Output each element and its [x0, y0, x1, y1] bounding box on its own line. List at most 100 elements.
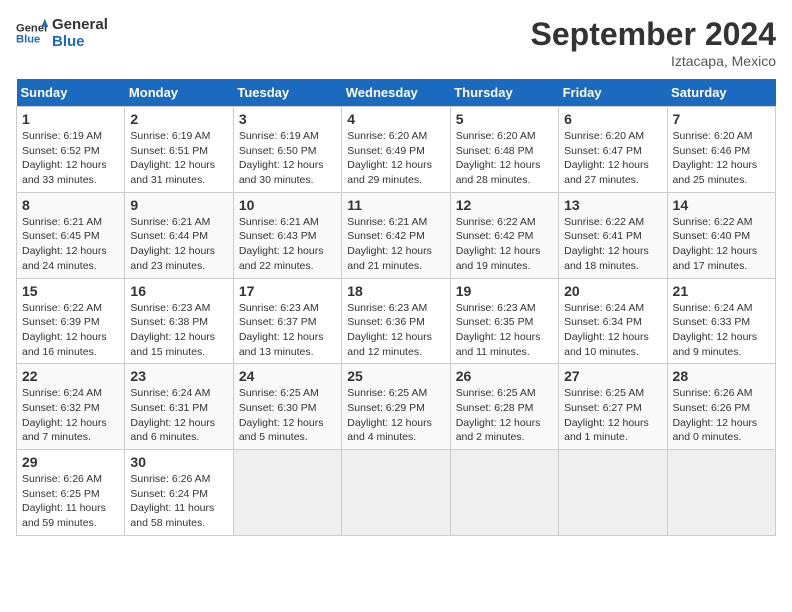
header-friday: Friday — [559, 79, 667, 107]
day-info: Sunrise: 6:23 AM Sunset: 6:38 PM Dayligh… — [130, 301, 227, 360]
day-cell-18: 18 Sunrise: 6:23 AM Sunset: 6:36 PM Dayl… — [342, 278, 450, 364]
day-info: Sunrise: 6:21 AM Sunset: 6:45 PM Dayligh… — [22, 215, 119, 274]
day-number: 8 — [22, 197, 119, 213]
week-row-2: 8 Sunrise: 6:21 AM Sunset: 6:45 PM Dayli… — [17, 192, 776, 278]
day-number: 13 — [564, 197, 661, 213]
day-info: Sunrise: 6:26 AM Sunset: 6:24 PM Dayligh… — [130, 472, 227, 531]
day-number: 4 — [347, 111, 444, 127]
day-cell-25: 25 Sunrise: 6:25 AM Sunset: 6:29 PM Dayl… — [342, 364, 450, 450]
day-info: Sunrise: 6:23 AM Sunset: 6:35 PM Dayligh… — [456, 301, 553, 360]
header-tuesday: Tuesday — [233, 79, 341, 107]
day-info: Sunrise: 6:26 AM Sunset: 6:26 PM Dayligh… — [673, 386, 770, 445]
svg-text:Blue: Blue — [16, 34, 40, 46]
day-info: Sunrise: 6:25 AM Sunset: 6:27 PM Dayligh… — [564, 386, 661, 445]
day-cell-30: 30 Sunrise: 6:26 AM Sunset: 6:24 PM Dayl… — [125, 450, 233, 536]
week-row-1: 1 Sunrise: 6:19 AM Sunset: 6:52 PM Dayli… — [17, 107, 776, 193]
empty-cell — [667, 450, 775, 536]
day-number: 23 — [130, 368, 227, 384]
page-header: General Blue General Blue September 2024… — [16, 16, 776, 69]
day-info: Sunrise: 6:23 AM Sunset: 6:36 PM Dayligh… — [347, 301, 444, 360]
day-number: 16 — [130, 283, 227, 299]
day-cell-13: 13 Sunrise: 6:22 AM Sunset: 6:41 PM Dayl… — [559, 192, 667, 278]
day-cell-5: 5 Sunrise: 6:20 AM Sunset: 6:48 PM Dayli… — [450, 107, 558, 193]
day-number: 30 — [130, 454, 227, 470]
day-cell-8: 8 Sunrise: 6:21 AM Sunset: 6:45 PM Dayli… — [17, 192, 125, 278]
logo-general: General — [52, 16, 108, 33]
calendar-table: Sunday Monday Tuesday Wednesday Thursday… — [16, 79, 776, 536]
day-cell-10: 10 Sunrise: 6:21 AM Sunset: 6:43 PM Dayl… — [233, 192, 341, 278]
day-cell-23: 23 Sunrise: 6:24 AM Sunset: 6:31 PM Dayl… — [125, 364, 233, 450]
day-cell-26: 26 Sunrise: 6:25 AM Sunset: 6:28 PM Dayl… — [450, 364, 558, 450]
day-cell-15: 15 Sunrise: 6:22 AM Sunset: 6:39 PM Dayl… — [17, 278, 125, 364]
empty-cell — [342, 450, 450, 536]
day-cell-7: 7 Sunrise: 6:20 AM Sunset: 6:46 PM Dayli… — [667, 107, 775, 193]
day-number: 2 — [130, 111, 227, 127]
logo: General Blue General Blue — [16, 16, 108, 50]
day-info: Sunrise: 6:20 AM Sunset: 6:46 PM Dayligh… — [673, 129, 770, 188]
day-info: Sunrise: 6:22 AM Sunset: 6:39 PM Dayligh… — [22, 301, 119, 360]
day-number: 27 — [564, 368, 661, 384]
day-info: Sunrise: 6:19 AM Sunset: 6:52 PM Dayligh… — [22, 129, 119, 188]
day-number: 20 — [564, 283, 661, 299]
day-info: Sunrise: 6:22 AM Sunset: 6:41 PM Dayligh… — [564, 215, 661, 274]
day-number: 5 — [456, 111, 553, 127]
empty-cell — [450, 450, 558, 536]
day-number: 21 — [673, 283, 770, 299]
day-info: Sunrise: 6:20 AM Sunset: 6:47 PM Dayligh… — [564, 129, 661, 188]
day-number: 29 — [22, 454, 119, 470]
day-cell-3: 3 Sunrise: 6:19 AM Sunset: 6:50 PM Dayli… — [233, 107, 341, 193]
day-cell-27: 27 Sunrise: 6:25 AM Sunset: 6:27 PM Dayl… — [559, 364, 667, 450]
day-number: 6 — [564, 111, 661, 127]
title-block: September 2024 Iztacapa, Mexico — [531, 16, 776, 69]
day-number: 28 — [673, 368, 770, 384]
day-cell-28: 28 Sunrise: 6:26 AM Sunset: 6:26 PM Dayl… — [667, 364, 775, 450]
day-info: Sunrise: 6:24 AM Sunset: 6:31 PM Dayligh… — [130, 386, 227, 445]
day-cell-16: 16 Sunrise: 6:23 AM Sunset: 6:38 PM Dayl… — [125, 278, 233, 364]
week-row-4: 22 Sunrise: 6:24 AM Sunset: 6:32 PM Dayl… — [17, 364, 776, 450]
header-monday: Monday — [125, 79, 233, 107]
day-cell-2: 2 Sunrise: 6:19 AM Sunset: 6:51 PM Dayli… — [125, 107, 233, 193]
day-cell-1: 1 Sunrise: 6:19 AM Sunset: 6:52 PM Dayli… — [17, 107, 125, 193]
day-number: 1 — [22, 111, 119, 127]
empty-cell — [559, 450, 667, 536]
day-number: 22 — [22, 368, 119, 384]
day-info: Sunrise: 6:25 AM Sunset: 6:28 PM Dayligh… — [456, 386, 553, 445]
day-info: Sunrise: 6:20 AM Sunset: 6:49 PM Dayligh… — [347, 129, 444, 188]
day-number: 26 — [456, 368, 553, 384]
header-thursday: Thursday — [450, 79, 558, 107]
day-info: Sunrise: 6:25 AM Sunset: 6:29 PM Dayligh… — [347, 386, 444, 445]
header-sunday: Sunday — [17, 79, 125, 107]
day-cell-24: 24 Sunrise: 6:25 AM Sunset: 6:30 PM Dayl… — [233, 364, 341, 450]
day-info: Sunrise: 6:20 AM Sunset: 6:48 PM Dayligh… — [456, 129, 553, 188]
day-number: 25 — [347, 368, 444, 384]
empty-cell — [233, 450, 341, 536]
day-cell-9: 9 Sunrise: 6:21 AM Sunset: 6:44 PM Dayli… — [125, 192, 233, 278]
week-row-3: 15 Sunrise: 6:22 AM Sunset: 6:39 PM Dayl… — [17, 278, 776, 364]
day-cell-29: 29 Sunrise: 6:26 AM Sunset: 6:25 PM Dayl… — [17, 450, 125, 536]
day-number: 7 — [673, 111, 770, 127]
day-info: Sunrise: 6:19 AM Sunset: 6:51 PM Dayligh… — [130, 129, 227, 188]
week-row-5: 29 Sunrise: 6:26 AM Sunset: 6:25 PM Dayl… — [17, 450, 776, 536]
day-cell-11: 11 Sunrise: 6:21 AM Sunset: 6:42 PM Dayl… — [342, 192, 450, 278]
day-number: 18 — [347, 283, 444, 299]
day-info: Sunrise: 6:24 AM Sunset: 6:34 PM Dayligh… — [564, 301, 661, 360]
day-info: Sunrise: 6:21 AM Sunset: 6:42 PM Dayligh… — [347, 215, 444, 274]
day-cell-6: 6 Sunrise: 6:20 AM Sunset: 6:47 PM Dayli… — [559, 107, 667, 193]
month-title: September 2024 — [531, 16, 776, 53]
day-number: 17 — [239, 283, 336, 299]
day-info: Sunrise: 6:19 AM Sunset: 6:50 PM Dayligh… — [239, 129, 336, 188]
day-number: 9 — [130, 197, 227, 213]
day-number: 19 — [456, 283, 553, 299]
day-cell-21: 21 Sunrise: 6:24 AM Sunset: 6:33 PM Dayl… — [667, 278, 775, 364]
day-info: Sunrise: 6:23 AM Sunset: 6:37 PM Dayligh… — [239, 301, 336, 360]
day-cell-22: 22 Sunrise: 6:24 AM Sunset: 6:32 PM Dayl… — [17, 364, 125, 450]
day-info: Sunrise: 6:22 AM Sunset: 6:40 PM Dayligh… — [673, 215, 770, 274]
header-wednesday: Wednesday — [342, 79, 450, 107]
day-info: Sunrise: 6:21 AM Sunset: 6:43 PM Dayligh… — [239, 215, 336, 274]
weekday-header-row: Sunday Monday Tuesday Wednesday Thursday… — [17, 79, 776, 107]
day-cell-14: 14 Sunrise: 6:22 AM Sunset: 6:40 PM Dayl… — [667, 192, 775, 278]
day-info: Sunrise: 6:21 AM Sunset: 6:44 PM Dayligh… — [130, 215, 227, 274]
day-info: Sunrise: 6:25 AM Sunset: 6:30 PM Dayligh… — [239, 386, 336, 445]
day-number: 14 — [673, 197, 770, 213]
day-number: 10 — [239, 197, 336, 213]
